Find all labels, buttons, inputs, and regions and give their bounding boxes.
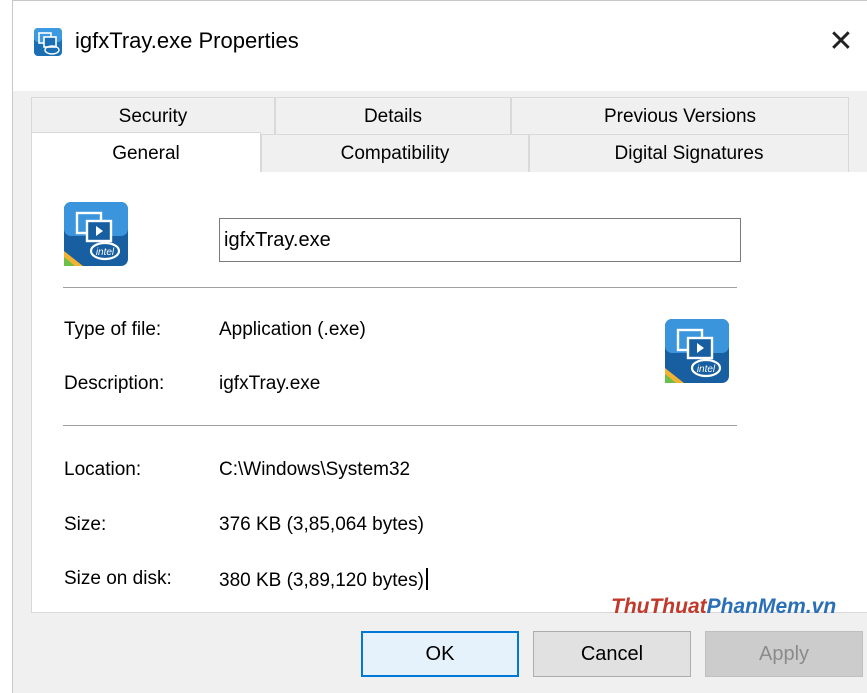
tab-previous-versions[interactable]: Previous Versions — [511, 97, 849, 135]
intel-graphics-icon: intel — [665, 319, 729, 383]
tab-details[interactable]: Details — [275, 97, 511, 135]
tab-label: Details — [363, 105, 423, 127]
ok-button[interactable]: OK — [361, 631, 519, 677]
size-on-disk-text: 380 KB (3,89,120 bytes) — [219, 570, 424, 591]
divider — [63, 425, 737, 426]
location-label: Location: — [64, 459, 142, 480]
size-on-disk-value[interactable]: 380 KB (3,89,120 bytes) — [219, 568, 428, 592]
svg-text:intel: intel — [96, 247, 115, 258]
size-on-disk-label: Size on disk: — [64, 568, 172, 589]
intel-graphics-icon: intel — [64, 202, 128, 266]
size-label: Size: — [64, 514, 107, 535]
text-caret — [425, 568, 428, 590]
watermark-part1: ThuThuat — [611, 595, 707, 618]
watermark: ThuThuatPhanMem.vn — [611, 595, 836, 619]
divider — [63, 287, 737, 288]
tab-security[interactable]: Security — [31, 97, 275, 135]
intel-graphics-icon — [34, 28, 62, 56]
tab-digital-signatures[interactable]: Digital Signatures — [529, 134, 849, 172]
title-bar: igfxTray.exe Properties ✕ — [13, 1, 867, 91]
watermark-part2: PhanMem.vn — [706, 595, 837, 618]
tab-row-top: Security Details Previous Versions — [31, 97, 849, 135]
tab-label: General — [112, 142, 180, 164]
file-name-input[interactable]: igfxTray.exe — [219, 218, 741, 262]
tab-label: Security — [118, 105, 188, 127]
tab-label: Previous Versions — [603, 105, 757, 127]
tab-compatibility[interactable]: Compatibility — [261, 134, 529, 172]
close-button[interactable]: ✕ — [819, 19, 863, 63]
tab-general[interactable]: General — [31, 132, 261, 174]
location-value: C:\Windows\System32 — [219, 459, 411, 480]
description-label: Description: — [64, 373, 165, 394]
description-value: igfxTray.exe — [219, 373, 321, 394]
size-value: 376 KB (3,85,064 bytes) — [219, 514, 424, 535]
tab-label: Digital Signatures — [614, 142, 764, 164]
type-of-file-label: Type of file: — [64, 319, 162, 340]
tab-label: Compatibility — [340, 142, 450, 164]
cancel-button[interactable]: Cancel — [533, 631, 691, 677]
properties-dialog: igfxTray.exe Properties ✕ Security Detai… — [12, 0, 867, 693]
tab-row-bottom: General Compatibility Digital Signatures — [31, 132, 849, 174]
close-icon: ✕ — [828, 24, 854, 58]
svg-text:intel: intel — [697, 364, 716, 375]
apply-button[interactable]: Apply — [705, 631, 863, 677]
window-title: igfxTray.exe Properties — [75, 28, 299, 53]
type-of-file-value: Application (.exe) — [219, 319, 366, 340]
